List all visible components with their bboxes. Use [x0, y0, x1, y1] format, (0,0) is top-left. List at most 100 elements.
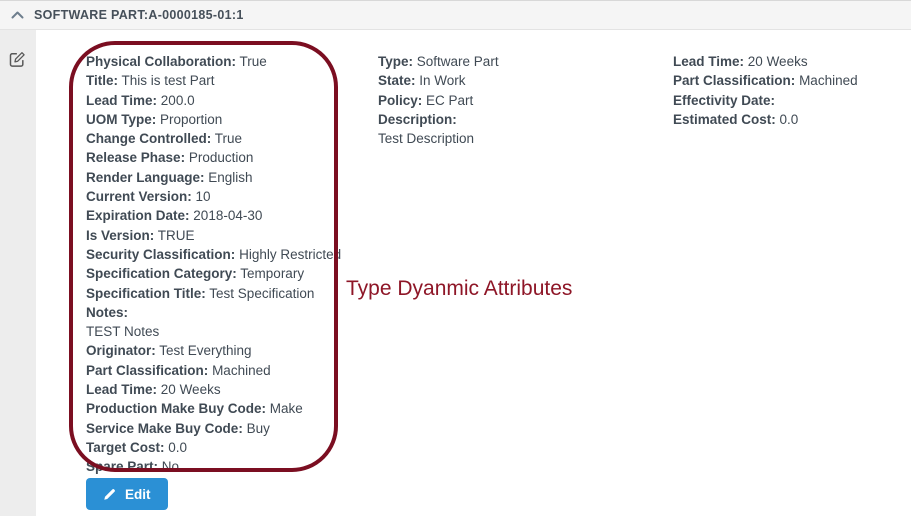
- field-label: Production Make Buy Code:: [86, 401, 266, 416]
- field-row: Lead Time: 200.0: [86, 91, 341, 110]
- field-value: 2018-04-30: [193, 208, 262, 223]
- field-row: TEST Notes: [86, 322, 341, 341]
- field-label: Notes:: [86, 305, 128, 320]
- field-value: Software Part: [417, 54, 499, 69]
- field-value: Test Specification: [209, 286, 314, 301]
- edit-pencil-square-icon[interactable]: [9, 51, 26, 68]
- field-label: Expiration Date:: [86, 208, 190, 223]
- field-row: Change Controlled: True: [86, 129, 341, 148]
- field-row: Part Classification: Machined: [86, 361, 341, 380]
- field-value: TEST Notes: [86, 324, 159, 339]
- field-label: Specification Title:: [86, 286, 206, 301]
- field-label: Release Phase:: [86, 150, 185, 165]
- field-label: UOM Type:: [86, 112, 156, 127]
- field-row: Spare Part: No: [86, 457, 341, 476]
- field-row: Effectivity Date:: [673, 91, 858, 110]
- field-row: Specification Category: Temporary: [86, 264, 341, 283]
- field-row: Type: Software Part: [378, 52, 499, 71]
- field-row: Current Version: 10: [86, 187, 341, 206]
- field-row: Estimated Cost: 0.0: [673, 110, 858, 129]
- field-label: Type:: [378, 54, 413, 69]
- attributes-column-right: Lead Time: 20 WeeksPart Classification: …: [673, 52, 858, 129]
- field-value: True: [215, 131, 242, 146]
- field-row: Test Description: [378, 129, 499, 148]
- field-value: In Work: [419, 73, 465, 88]
- field-label: Title:: [86, 73, 118, 88]
- section-header[interactable]: SOFTWARE PART:A-0000185-01:1: [0, 0, 911, 30]
- attributes-column-left: Physical Collaboration: TrueTitle: This …: [86, 52, 341, 477]
- field-row: Lead Time: 20 Weeks: [86, 380, 341, 399]
- field-label: Service Make Buy Code:: [86, 421, 243, 436]
- field-row: Title: This is test Part: [86, 71, 341, 90]
- field-label: Lead Time:: [86, 93, 157, 108]
- annotation-text: Type Dyanmic Attributes: [346, 277, 572, 301]
- field-label: Description:: [378, 112, 457, 127]
- field-row: Part Classification: Machined: [673, 71, 858, 90]
- field-row: Expiration Date: 2018-04-30: [86, 206, 341, 225]
- field-value: This is test Part: [122, 73, 215, 88]
- field-value: Make: [270, 401, 303, 416]
- field-label: Originator:: [86, 343, 156, 358]
- field-value: 0.0: [168, 440, 187, 455]
- field-row: UOM Type: Proportion: [86, 110, 341, 129]
- field-label: Is Version:: [86, 228, 154, 243]
- field-label: Security Classification:: [86, 247, 235, 262]
- section-title: SOFTWARE PART:A-0000185-01:1: [34, 8, 244, 22]
- field-row: Originator: Test Everything: [86, 341, 341, 360]
- field-value: True: [240, 54, 267, 69]
- field-value: Temporary: [240, 266, 304, 281]
- field-label: Current Version:: [86, 189, 192, 204]
- field-label: Part Classification:: [673, 73, 795, 88]
- edit-button[interactable]: Edit: [86, 478, 168, 510]
- field-value: English: [208, 170, 252, 185]
- field-value: Test Everything: [159, 343, 251, 358]
- field-row: Is Version: TRUE: [86, 226, 341, 245]
- field-row: Production Make Buy Code: Make: [86, 399, 341, 418]
- field-label: Lead Time:: [673, 54, 744, 69]
- field-label: Estimated Cost:: [673, 112, 776, 127]
- pencil-icon: [103, 488, 116, 501]
- field-row: Policy: EC Part: [378, 91, 499, 110]
- field-row: Render Language: English: [86, 168, 341, 187]
- field-label: Spare Part:: [86, 459, 158, 474]
- field-value: 20 Weeks: [161, 382, 221, 397]
- field-label: Physical Collaboration:: [86, 54, 236, 69]
- field-value: Buy: [247, 421, 270, 436]
- field-label: Change Controlled:: [86, 131, 211, 146]
- field-row: Security Classification: Highly Restrict…: [86, 245, 341, 264]
- field-label: Target Cost:: [86, 440, 165, 455]
- field-label: Policy:: [378, 93, 422, 108]
- field-row: Physical Collaboration: True: [86, 52, 341, 71]
- field-value: Proportion: [160, 112, 222, 127]
- field-value: 10: [196, 189, 211, 204]
- field-row: Service Make Buy Code: Buy: [86, 419, 341, 438]
- field-value: Machined: [799, 73, 858, 88]
- field-row: Release Phase: Production: [86, 148, 341, 167]
- field-value: Production: [189, 150, 254, 165]
- side-rail: [0, 30, 36, 516]
- field-row: Lead Time: 20 Weeks: [673, 52, 858, 71]
- field-value: TRUE: [158, 228, 195, 243]
- field-value: Test Description: [378, 131, 474, 146]
- field-value: 200.0: [161, 93, 195, 108]
- field-label: State:: [378, 73, 416, 88]
- field-row: Target Cost: 0.0: [86, 438, 341, 457]
- field-label: Effectivity Date:: [673, 93, 775, 108]
- field-value: Machined: [212, 363, 271, 378]
- edit-button-label: Edit: [125, 487, 151, 502]
- field-label: Lead Time:: [86, 382, 157, 397]
- field-value: Highly Restricted: [239, 247, 341, 262]
- field-row: Specification Title: Test Specification: [86, 284, 341, 303]
- field-value: No: [162, 459, 179, 474]
- field-row: State: In Work: [378, 71, 499, 90]
- field-label: Specification Category:: [86, 266, 237, 281]
- field-label: Part Classification:: [86, 363, 208, 378]
- attributes-column-middle: Type: Software PartState: In WorkPolicy:…: [378, 52, 499, 148]
- field-row: Description:: [378, 110, 499, 129]
- field-value: 20 Weeks: [748, 54, 808, 69]
- field-value: EC Part: [426, 93, 473, 108]
- field-row: Notes:: [86, 303, 341, 322]
- chevron-up-icon[interactable]: [0, 11, 34, 19]
- field-value: 0.0: [780, 112, 799, 127]
- field-label: Render Language:: [86, 170, 205, 185]
